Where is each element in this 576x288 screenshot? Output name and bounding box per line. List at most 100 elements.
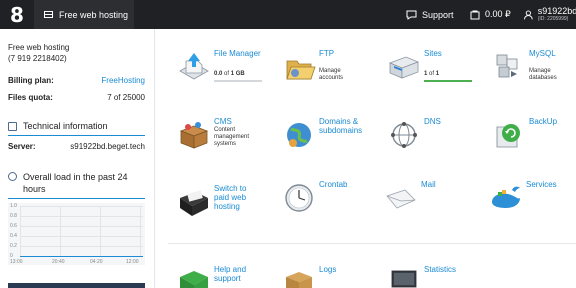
files-quota-value: 7 of 25000	[107, 93, 145, 102]
tab-free-web-hosting-label: Free web hosting	[59, 9, 129, 20]
sites-usage: 1 of 1	[424, 71, 439, 78]
user-menu[interactable]: s91922bd (ID: 2205999)	[524, 0, 576, 29]
grid-line	[60, 206, 61, 256]
cms-sub3: systems	[214, 141, 237, 147]
grid-line	[20, 206, 143, 207]
billing-plan-link[interactable]: FreeHosting	[101, 76, 145, 85]
backup-title: BackUp	[529, 117, 558, 126]
statistics-title: Statistics	[424, 265, 457, 274]
monitor-icon	[44, 11, 53, 18]
file-manager-meter	[214, 80, 262, 82]
top-bar: 8 Free web hosting Support 0.00 ₽ s91922…	[0, 0, 576, 29]
x-tick: 20:40	[52, 259, 65, 265]
help-title-line2: support	[214, 274, 241, 283]
switch-title-line1: Switch to	[214, 184, 247, 193]
mail-title: Mail	[421, 180, 436, 189]
user-name: s91922bd	[537, 6, 576, 16]
billing-plan-row: Billing plan: FreeHosting	[8, 76, 145, 85]
switch-title-line2: paid web	[214, 193, 247, 202]
wallet-cards-icon	[180, 190, 208, 216]
grid-line	[140, 206, 141, 256]
clock-icon	[285, 184, 313, 212]
account-sidebar: Free web hosting (7 919 2218402) Billing…	[0, 29, 155, 288]
usage-of: of	[427, 71, 436, 77]
technical-info-title: Technical information	[23, 121, 108, 131]
file-manager-icon	[179, 53, 209, 80]
cms-sub2: management	[214, 134, 250, 140]
technical-info-header: Technical information	[8, 121, 145, 131]
billing-plan-label: Billing plan:	[8, 76, 54, 85]
server-value: s91922bd.beget.tech	[70, 142, 145, 151]
account-name: Free web hosting	[8, 43, 70, 52]
logs-title: Logs	[319, 265, 337, 274]
services-title: Services	[526, 180, 557, 189]
grid-line	[20, 236, 143, 237]
server-row: Server: s91922bd.beget.tech	[8, 142, 145, 151]
grid-line	[20, 246, 143, 247]
backup-icon	[496, 124, 520, 148]
usage-total: 1 GB	[230, 71, 245, 77]
account-info: Free web hosting (7 919 2218402)	[8, 42, 69, 64]
account-phone: (7 919 2218402)	[8, 54, 67, 63]
section-divider	[8, 198, 145, 199]
grid-line	[20, 226, 143, 227]
usage-total: 1	[435, 71, 440, 77]
balance-link[interactable]: 0.00 ₽	[470, 0, 511, 29]
grid-divider	[168, 243, 576, 244]
help-icon	[180, 271, 208, 288]
tab-free-web-hosting[interactable]: Free web hosting	[34, 0, 134, 29]
grid-line	[100, 206, 101, 256]
ftp-title: FTP	[319, 49, 335, 58]
support-link[interactable]: Support	[406, 0, 454, 29]
sites-server-icon	[388, 56, 420, 79]
usage-of: of	[222, 71, 231, 77]
user-id: (ID: 2205999)	[537, 16, 569, 22]
wallet-icon	[470, 10, 480, 19]
domains-title-line2: subdomains	[319, 126, 363, 135]
globe-icon	[287, 123, 311, 147]
load-title: Overall load in the past 24 hours	[23, 172, 128, 194]
chat-icon	[406, 10, 417, 20]
file-manager-title: File Manager	[214, 49, 261, 58]
section-divider	[8, 135, 145, 136]
mysql-title: MySQL	[529, 49, 556, 58]
balance-value: 0.00 ₽	[485, 9, 511, 19]
load-graph: 1.0 0.8 0.6 0.4 0.2 0 13:00 20:40 04:20 …	[8, 203, 145, 265]
files-quota-label: Files quota:	[8, 93, 53, 102]
file-manager-usage: 0.0 of 1 GB	[214, 71, 245, 78]
cms-box-icon	[179, 122, 209, 149]
statistics-monitor-icon	[391, 270, 417, 288]
y-tick: 0.6	[10, 223, 17, 229]
mysql-database-icon	[496, 54, 518, 78]
whale-icon	[492, 186, 520, 208]
support-label: Support	[422, 9, 454, 20]
files-quota-row: Files quota: 7 of 25000	[8, 93, 145, 102]
x-tick: 13:00	[10, 259, 23, 265]
logs-box-icon	[286, 272, 312, 288]
switch-title-line3: hosting	[214, 202, 240, 211]
x-tick: 12:00	[126, 259, 139, 265]
mysql-sub2: databases	[529, 75, 557, 81]
server-icon	[8, 122, 17, 131]
cms-title: CMS	[214, 117, 232, 126]
mail-envelope-icon	[386, 189, 416, 209]
load-header: Overall load in the past 24 hours	[8, 171, 145, 195]
crontab-title: Crontab	[319, 180, 348, 189]
domains-title-line1: Domains &	[319, 117, 359, 126]
beget-logo[interactable]: 8	[0, 0, 34, 29]
x-tick: 04:20	[90, 259, 103, 265]
ftp-sub1: Manage	[319, 68, 341, 74]
y-tick: 0.8	[10, 213, 17, 219]
sidebar-bottom-block	[8, 283, 145, 288]
meter-fill	[424, 80, 472, 82]
mysql-sub1: Manage	[529, 68, 551, 74]
ftp-folder-icon	[286, 60, 316, 80]
cms-sub1: Content	[214, 127, 236, 133]
user-icon	[524, 9, 533, 19]
grid-line	[20, 216, 143, 217]
gauge-icon	[8, 172, 17, 181]
dns-network-icon	[391, 122, 417, 148]
grid-line	[20, 206, 21, 256]
load-series-line	[20, 256, 143, 257]
dns-title: DNS	[424, 117, 441, 126]
